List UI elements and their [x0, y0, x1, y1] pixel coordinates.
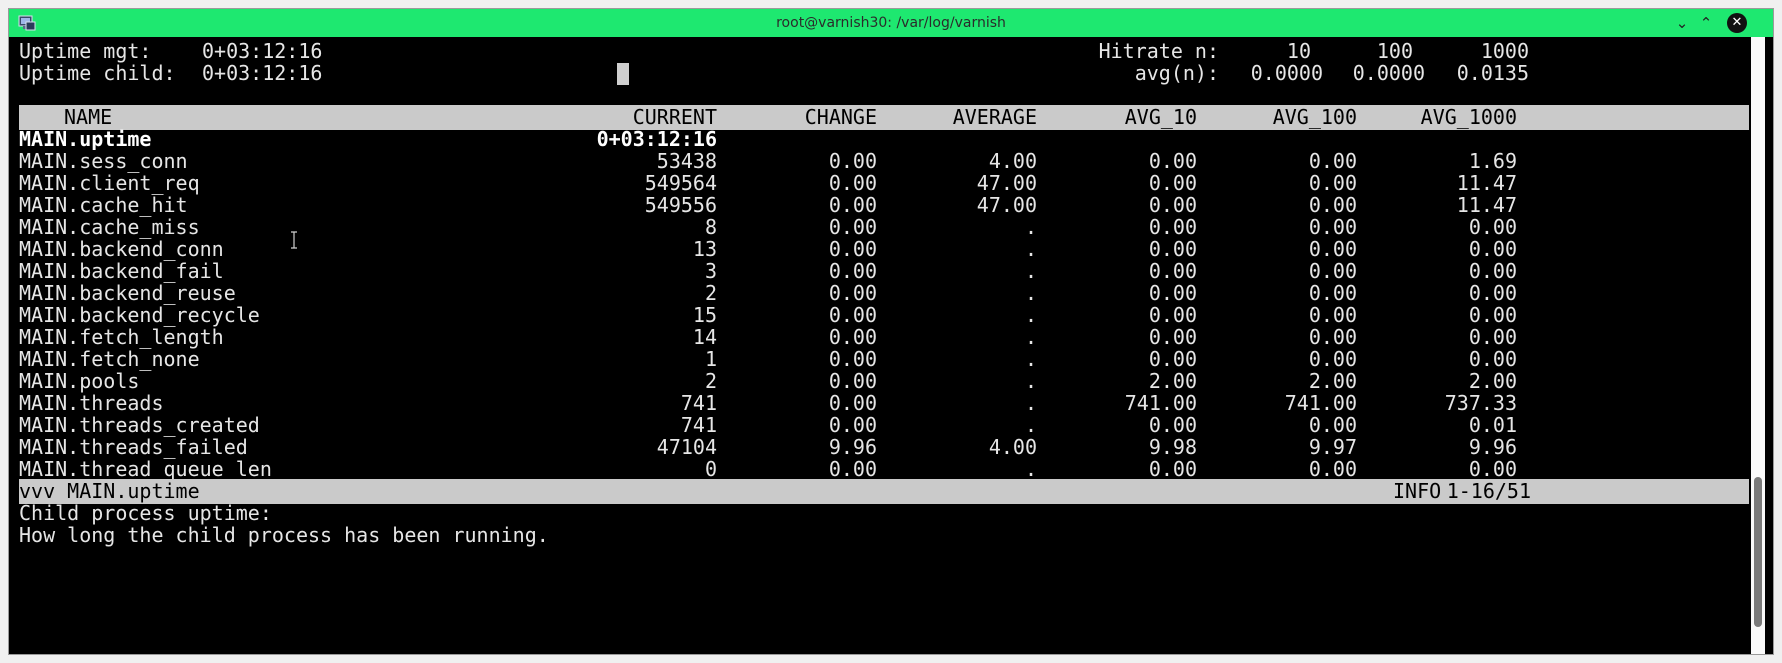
window-title: root@varnish30: /var/log/varnish: [776, 15, 1006, 31]
text-cursor-icon: [291, 231, 297, 249]
minimize-button[interactable]: ⌄: [1673, 14, 1691, 32]
scrollbar-thumb[interactable]: [1754, 477, 1762, 627]
uptime-child-value: 0+03:12:16: [202, 61, 323, 85]
avg-100: 0.0000: [1352, 61, 1425, 85]
avg-1000: 0.0135: [1456, 61, 1529, 85]
terminal-window: root@varnish30: /var/log/varnish ⌄ ⌃ ✕ U…: [8, 8, 1774, 655]
uptime-child-row: Uptime child: 0+03:12:16 avg(n): 0.0000 …: [19, 61, 1749, 86]
maximize-button[interactable]: ⌃: [1697, 14, 1715, 32]
avg-label: avg(n):: [1134, 61, 1219, 85]
description-text: How long the child process has been runn…: [19, 523, 549, 547]
uptime-child-label: Uptime child:: [19, 61, 176, 85]
close-button[interactable]: ✕: [1727, 13, 1747, 33]
avg-10: 0.0000: [1250, 61, 1323, 85]
terminal-cursor: [617, 63, 629, 85]
title-bar[interactable]: root@varnish30: /var/log/varnish ⌄ ⌃ ✕: [9, 9, 1773, 37]
vertical-scrollbar[interactable]: [1751, 37, 1765, 654]
terminal-content[interactable]: Uptime mgt: 0+03:12:16 Hitrate n: 10 100…: [19, 37, 1749, 654]
